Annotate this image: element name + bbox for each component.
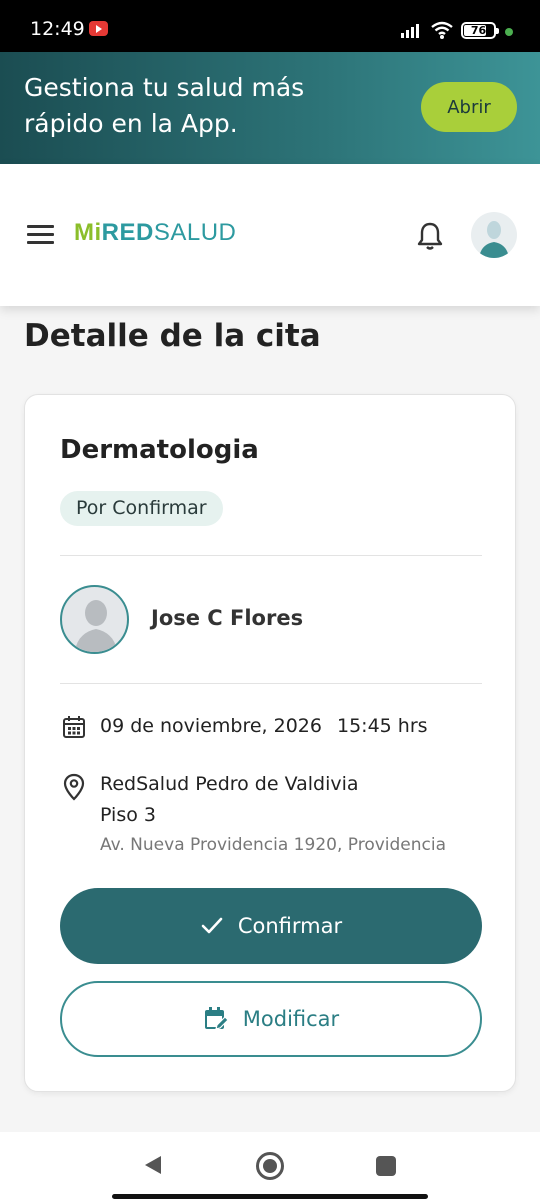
- location-address: Av. Nueva Providencia 1920, Providencia: [100, 835, 447, 855]
- confirm-label: Confirmar: [237, 914, 343, 938]
- check-icon: [201, 917, 223, 934]
- signal-icon: [401, 24, 419, 38]
- specialty-title: Dermatologia: [60, 435, 259, 465]
- user-avatar-icon: [479, 221, 509, 258]
- notification-dot-icon: [505, 28, 513, 36]
- logo-mi: Mi: [74, 219, 102, 246]
- user-avatar[interactable]: [471, 212, 517, 258]
- status-time: 12:49: [30, 18, 85, 40]
- home-icon[interactable]: [256, 1152, 284, 1180]
- app-header: MiREDSALUD: [0, 164, 540, 306]
- recents-icon[interactable]: [376, 1156, 396, 1176]
- doctor-name: Jose C Flores: [151, 606, 304, 630]
- back-icon[interactable]: [143, 1154, 163, 1176]
- divider: [60, 555, 482, 556]
- status-badge: Por Confirmar: [60, 491, 223, 526]
- mired-salud-logo[interactable]: MiREDSALUD: [74, 219, 236, 247]
- doctor-avatar: [60, 585, 129, 654]
- modify-label: Modificar: [242, 1007, 340, 1031]
- logo-salud: SALUD: [153, 219, 237, 246]
- appointment-time: 15:45 hrs: [337, 715, 428, 737]
- doctor-silhouette-icon: [74, 600, 118, 652]
- logo-red: RED: [101, 219, 154, 246]
- divider: [60, 683, 482, 684]
- calendar-edit-icon: [204, 1007, 229, 1030]
- appointment-card: Dermatologia Por Confirmar Jose C Flores…: [24, 394, 516, 1092]
- status-bar: 12:49 76: [0, 0, 540, 52]
- page-title: Detalle de la cita: [24, 318, 321, 354]
- location-name: RedSalud Pedro de Valdivia: [100, 773, 359, 795]
- appointment-date: 09 de noviembre, 2026: [100, 715, 322, 737]
- youtube-icon: [89, 21, 108, 36]
- app-promo-banner: Gestiona tu salud más rápido en la App. …: [0, 52, 540, 164]
- location-floor: Piso 3: [100, 804, 156, 826]
- battery-level: 76: [470, 24, 487, 37]
- wifi-icon: [431, 21, 453, 39]
- bell-icon[interactable]: [417, 221, 443, 251]
- battery-icon: 76: [461, 22, 499, 39]
- location-pin-icon: [63, 773, 85, 801]
- modify-button[interactable]: Modificar: [60, 981, 482, 1057]
- confirm-button[interactable]: Confirmar: [60, 888, 482, 964]
- menu-icon[interactable]: [27, 225, 54, 245]
- banner-text: Gestiona tu salud más rápido en la App.: [24, 73, 305, 138]
- open-app-button[interactable]: Abrir: [421, 82, 517, 132]
- system-nav-bar: [0, 1132, 540, 1200]
- gesture-bar: [112, 1194, 428, 1199]
- calendar-icon: [63, 716, 85, 738]
